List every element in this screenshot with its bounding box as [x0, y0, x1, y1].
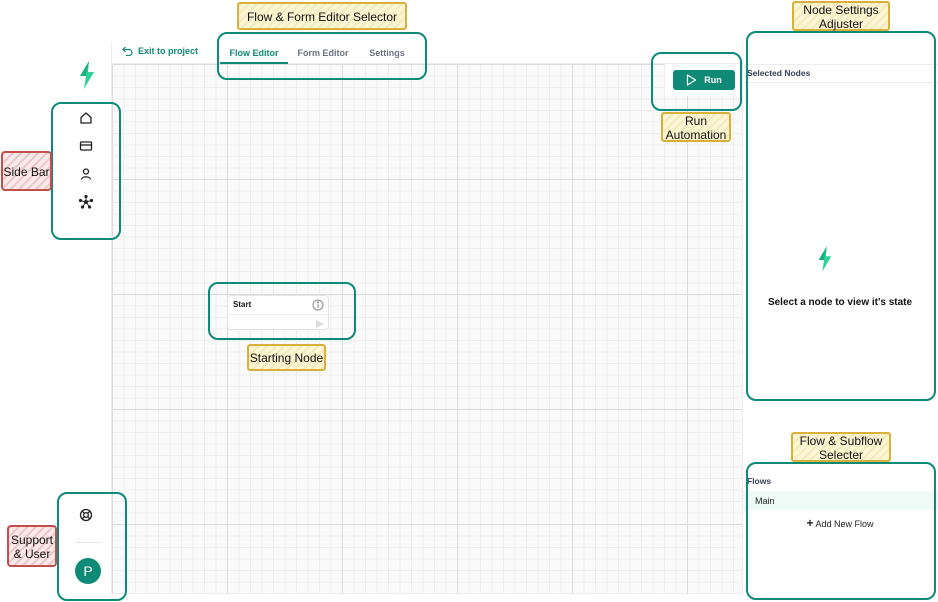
label-flow-subflow: Flow & Subflow Selecter: [791, 432, 891, 462]
label-starting-node: Starting Node: [247, 344, 326, 371]
label-support-user: Support & User: [7, 525, 57, 567]
flow-canvas[interactable]: [112, 64, 742, 594]
label-side-bar: Side Bar: [1, 151, 52, 191]
exit-label: Exit to project: [138, 46, 199, 56]
highlight-flows: [746, 462, 936, 600]
highlight-support-user: [57, 492, 127, 601]
top-bar: [112, 42, 742, 64]
app-logo-icon[interactable]: [77, 60, 97, 90]
highlight-start-node: [208, 282, 356, 340]
highlight-run: [651, 52, 742, 111]
highlight-tabs: [217, 32, 427, 80]
label-flow-form-selector: Flow & Form Editor Selector: [237, 2, 407, 30]
highlight-node-settings: [746, 31, 936, 401]
highlight-sidebar: [51, 102, 121, 240]
exit-to-project-link[interactable]: Exit to project: [122, 44, 198, 58]
label-run-automation: Run Automation: [661, 112, 731, 142]
back-arrow-icon: [122, 46, 133, 56]
label-node-settings: Node Settings Adjuster: [792, 1, 890, 31]
